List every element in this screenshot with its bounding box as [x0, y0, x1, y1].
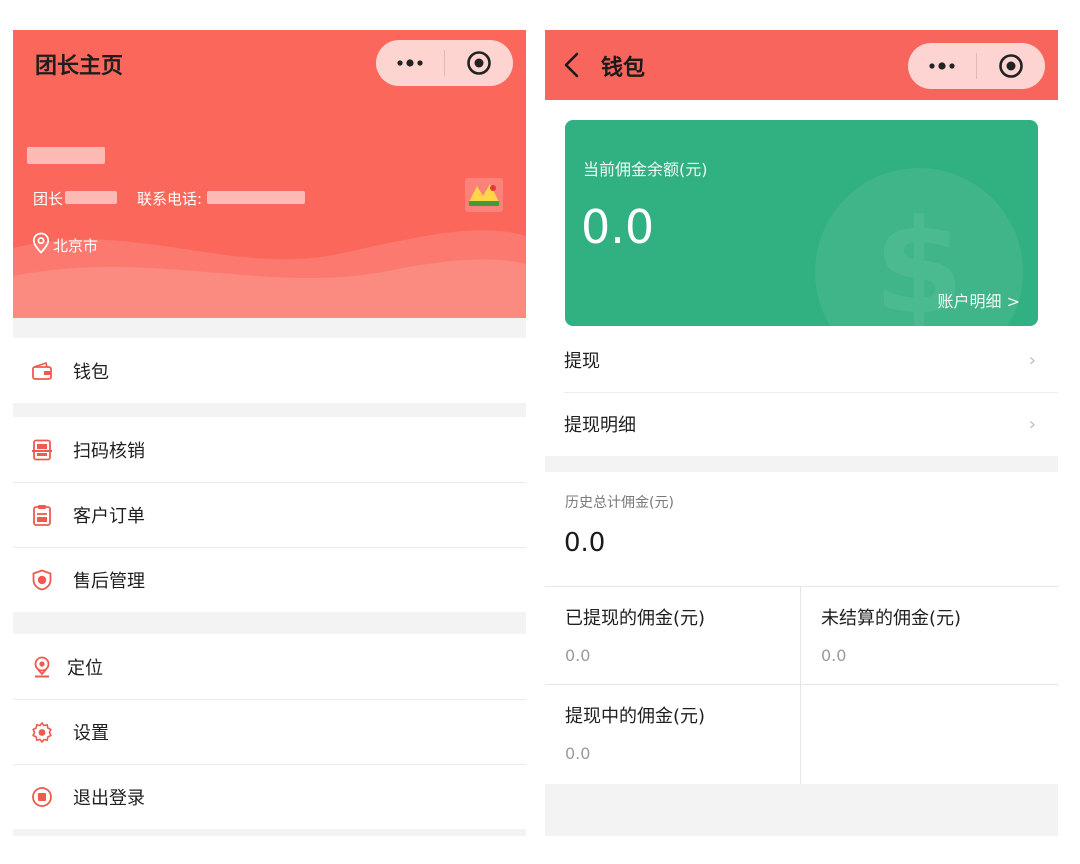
close-miniapp-button[interactable] [445, 50, 513, 76]
leader-header: 团长主页 团长 联系电话: 北京市 [13, 30, 526, 318]
wallet-screen: 钱包 $ 当前佣金余额(元) 0.0 账户明细 > 提现 › 提现明细 › 历史… [545, 30, 1058, 836]
back-arrow-icon[interactable] [559, 50, 585, 80]
phone-redacted [207, 191, 305, 204]
close-miniapp-button[interactable] [977, 53, 1045, 79]
miniapp-capsule [376, 40, 513, 86]
logout-icon [31, 786, 53, 808]
nav-title: 钱包 [601, 56, 646, 81]
menu-item-settings[interactable]: 设置 [13, 699, 526, 764]
withdraw-label: 提现 [564, 351, 600, 372]
row-divider [564, 392, 1058, 393]
leader-name-redacted [27, 147, 105, 164]
aftersale-icon [31, 569, 53, 591]
target-icon [999, 54, 1023, 78]
withdraw-detail-row[interactable]: 提现明细 › [545, 392, 1058, 456]
menu-label-scan: 扫码核销 [73, 440, 145, 462]
phone-label: 联系电话: [137, 190, 203, 208]
chevron-right-icon: › [1028, 349, 1036, 371]
balance-amount: 0.0 [581, 200, 655, 254]
withdraw-row[interactable]: 提现 › [545, 328, 1058, 392]
menu-label-settings: 设置 [73, 722, 109, 744]
location-icon [31, 656, 53, 678]
menu-item-logout[interactable]: 退出登录 [13, 764, 526, 829]
unsettled-commission-cell: 未结算的佣金(元) 0.0 [801, 586, 1057, 684]
menu-label-wallet: 钱包 [73, 361, 109, 383]
location-pin-icon [32, 232, 50, 254]
wallet-navbar: 钱包 [545, 30, 1058, 100]
withdrawn-commission-cell: 已提现的佣金(元) 0.0 [545, 586, 801, 684]
unsettled-commission-value: 0.0 [821, 646, 847, 665]
menu-label-location: 定位 [67, 657, 103, 679]
menu-item-orders[interactable]: 客户订单 [13, 482, 526, 547]
balance-card: $ 当前佣金余额(元) 0.0 账户明细 > [565, 120, 1038, 326]
commission-stats: 历史总计佣金(元) 0.0 已提现的佣金(元) 0.0 未结算的佣金(元) 0.… [545, 472, 1058, 784]
more-icon [397, 59, 423, 67]
pending-commission-label: 提现中的佣金(元) [565, 706, 706, 727]
pending-commission-cell: 提现中的佣金(元) 0.0 [545, 684, 801, 782]
history-commission-value: 0.0 [564, 528, 606, 558]
account-detail-link[interactable]: 账户明细 > [938, 288, 1021, 312]
balance-section: $ 当前佣金余额(元) 0.0 账户明细 > [545, 100, 1058, 330]
gear-icon [31, 721, 53, 743]
more-icon [929, 62, 955, 70]
menu-group-system: 定位 设置 退出登录 [13, 634, 526, 829]
pending-commission-value: 0.0 [565, 744, 591, 763]
leader-label: 团长 [33, 190, 64, 208]
wallet-icon [31, 360, 53, 382]
page-title: 团长主页 [35, 54, 124, 79]
menu-label-orders: 客户订单 [73, 505, 145, 527]
history-commission-label: 历史总计佣金(元) [565, 495, 674, 511]
store-logo-icon [465, 178, 503, 212]
menu-group-business: 扫码核销 客户订单 售后管理 [13, 417, 526, 612]
withdrawn-commission-label: 已提现的佣金(元) [565, 608, 706, 629]
menu-item-aftersale[interactable]: 售后管理 [13, 547, 526, 612]
more-button[interactable] [908, 61, 976, 71]
menu-item-wallet[interactable]: 钱包 [13, 338, 526, 403]
header-wave [13, 230, 526, 318]
menu-item-scan[interactable]: 扫码核销 [13, 417, 526, 482]
more-button[interactable] [376, 58, 444, 68]
miniapp-capsule [908, 43, 1045, 89]
leader-id-redacted [65, 191, 117, 204]
target-icon [467, 51, 491, 75]
menu-group-wallet: 钱包 [13, 338, 526, 403]
withdraw-detail-label: 提现明细 [564, 415, 636, 436]
menu-label-aftersale: 售后管理 [73, 570, 145, 592]
menu-item-location[interactable]: 定位 [13, 634, 526, 699]
balance-label: 当前佣金余额(元) [583, 160, 708, 179]
unsettled-commission-label: 未结算的佣金(元) [821, 608, 962, 629]
chevron-right-icon: › [1028, 413, 1036, 435]
withdrawn-commission-value: 0.0 [565, 646, 591, 665]
location-text: 北京市 [53, 237, 99, 255]
menu-label-logout: 退出登录 [73, 787, 145, 809]
leader-home-screen: 团长主页 团长 联系电话: 北京市 钱包 扫码核销 客户订单 售后管理 定位 设… [13, 30, 526, 836]
order-icon [31, 504, 53, 526]
scan-icon [31, 439, 53, 461]
